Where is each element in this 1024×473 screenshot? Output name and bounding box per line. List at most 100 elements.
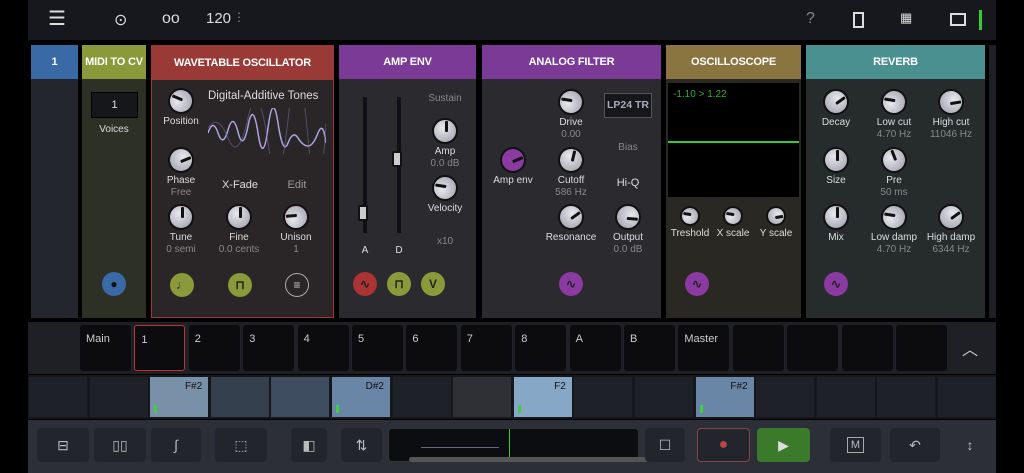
- decay-thumb[interactable]: [392, 151, 402, 167]
- knob-value: 6344 Hz: [932, 244, 970, 255]
- tempo-display[interactable]: 120: [206, 10, 231, 27]
- wavetable-display[interactable]: [208, 108, 326, 154]
- knob-label: Fine: [229, 232, 249, 243]
- pattern-cell[interactable]: [453, 377, 512, 417]
- knob-label: Amp: [434, 146, 456, 157]
- track-tab[interactable]: 5: [352, 325, 403, 371]
- pattern-cell[interactable]: [89, 377, 148, 417]
- link-icon[interactable]: ⊙: [114, 10, 127, 30]
- pattern-cell[interactable]: [756, 377, 815, 417]
- pattern-cell[interactable]: D#2: [332, 377, 390, 417]
- track-tab[interactable]: [787, 325, 839, 371]
- level-meter-icon: [979, 10, 982, 30]
- play-button[interactable]: ▶: [757, 428, 810, 462]
- sine-icon[interactable]: ∿: [824, 272, 848, 296]
- note-icon[interactable]: ♩: [170, 273, 194, 297]
- bias-toggle[interactable]: Bias: [618, 142, 637, 153]
- track-number[interactable]: 1: [31, 45, 78, 79]
- module-title[interactable]: ANALOG FILTER: [482, 45, 661, 79]
- tape-icon[interactable]: oo: [162, 10, 180, 28]
- track-tab[interactable]: B: [624, 325, 675, 371]
- pattern-cell[interactable]: F#2: [695, 377, 754, 417]
- track-tab[interactable]: Main: [80, 325, 131, 371]
- record-button[interactable]: ●: [697, 428, 750, 462]
- x10-toggle[interactable]: x10: [437, 236, 453, 247]
- tempo-menu-icon[interactable]: ⋮: [233, 10, 245, 24]
- mixer-icon[interactable]: ▯▯: [94, 428, 146, 462]
- split-view-icon[interactable]: ◧: [291, 428, 327, 462]
- pattern-cell[interactable]: [816, 377, 875, 417]
- filter-mode-select[interactable]: LP24 TR: [604, 93, 652, 118]
- module-title[interactable]: REVERB: [806, 45, 985, 79]
- track-tab[interactable]: 2: [188, 325, 240, 371]
- window-icon[interactable]: [950, 13, 966, 26]
- track-tab[interactable]: 4: [297, 325, 349, 371]
- grid-icon[interactable]: ▦: [900, 10, 912, 26]
- midi-port-icon[interactable]: ●: [102, 272, 126, 296]
- track-tab[interactable]: [732, 325, 784, 371]
- pattern-cell[interactable]: [574, 377, 633, 417]
- menu-icon[interactable]: ☰: [48, 6, 66, 31]
- automation-icon[interactable]: ∫: [151, 428, 201, 462]
- undo-icon[interactable]: ↶: [890, 428, 940, 462]
- loop-icon[interactable]: ⇅: [341, 428, 382, 462]
- module-title[interactable]: OSCILLOSCOPE: [666, 45, 801, 79]
- knob-fine[interactable]: [226, 204, 252, 230]
- module-title[interactable]: AMP ENV: [339, 45, 476, 79]
- module-title[interactable]: WAVETABLE OSCILLATOR: [152, 46, 333, 80]
- track-tab[interactable]: [841, 325, 893, 371]
- track-tab[interactable]: 1: [134, 325, 186, 371]
- wavetable-name[interactable]: Digital-Additive Tones: [208, 90, 326, 102]
- knob-amp[interactable]: [432, 118, 458, 144]
- pattern-cell[interactable]: [635, 377, 693, 417]
- resize-arrows-icon[interactable]: ↕: [955, 428, 985, 462]
- chevron-up-icon[interactable]: ︿: [962, 336, 978, 360]
- pattern-cell[interactable]: [210, 377, 269, 417]
- phone-icon[interactable]: [853, 12, 864, 28]
- pattern-cell[interactable]: [938, 377, 996, 417]
- voices-field[interactable]: 1: [91, 92, 138, 118]
- pattern-cell[interactable]: [271, 377, 330, 417]
- pattern-cell[interactable]: F#2: [150, 377, 209, 417]
- sine-icon[interactable]: ∿: [353, 272, 377, 296]
- edit-icon[interactable]: ☐: [645, 428, 685, 462]
- attack-slider[interactable]: [358, 97, 368, 233]
- knob-label: High damp: [926, 232, 976, 243]
- knob-size[interactable]: [823, 147, 849, 173]
- gate-icon[interactable]: ⊓: [228, 273, 252, 297]
- gate-icon[interactable]: ⊓: [387, 272, 411, 296]
- knob-label: Drive: [559, 117, 583, 128]
- timeline-scrollbar[interactable]: [409, 457, 672, 462]
- track-tab[interactable]: A: [569, 325, 621, 371]
- pattern-cell[interactable]: [877, 377, 936, 417]
- xfade-button[interactable]: X-Fade: [222, 179, 258, 191]
- sine-icon[interactable]: ∿: [685, 272, 709, 296]
- pattern-cell[interactable]: [392, 377, 451, 417]
- select-icon[interactable]: ⬚: [215, 428, 267, 462]
- module-title[interactable]: MIDI TO CV: [82, 45, 146, 79]
- track-tab[interactable]: [896, 325, 947, 371]
- track-tab[interactable]: 6: [406, 325, 458, 371]
- track-tab[interactable]: 8: [515, 325, 567, 371]
- knob-mix[interactable]: [823, 204, 849, 230]
- pattern-cell[interactable]: [29, 377, 87, 417]
- edit-button[interactable]: Edit: [288, 179, 307, 191]
- knob-tune[interactable]: [168, 204, 194, 230]
- knob-label: Amp env: [493, 175, 533, 186]
- track-tab[interactable]: 7: [460, 325, 512, 371]
- attack-thumb[interactable]: [358, 205, 368, 221]
- knob-value: 0 semi: [166, 244, 196, 255]
- track-tab[interactable]: Master: [678, 325, 730, 371]
- sine-icon[interactable]: ∿: [559, 272, 583, 296]
- modules-view-icon[interactable]: ⊟: [37, 428, 89, 462]
- help-icon[interactable]: ?: [806, 10, 815, 28]
- hiq-toggle[interactable]: Hi-Q: [617, 177, 640, 189]
- timeline-overview[interactable]: [388, 428, 672, 462]
- velocity-button[interactable]: V: [421, 272, 445, 296]
- menu-icon[interactable]: ≡: [285, 273, 309, 297]
- knob-label: Cutoff: [557, 175, 585, 186]
- decay-slider[interactable]: [392, 97, 402, 233]
- pattern-cell[interactable]: F2: [513, 377, 572, 417]
- metronome-button[interactable]: M: [830, 428, 881, 462]
- track-tab[interactable]: 3: [243, 325, 295, 371]
